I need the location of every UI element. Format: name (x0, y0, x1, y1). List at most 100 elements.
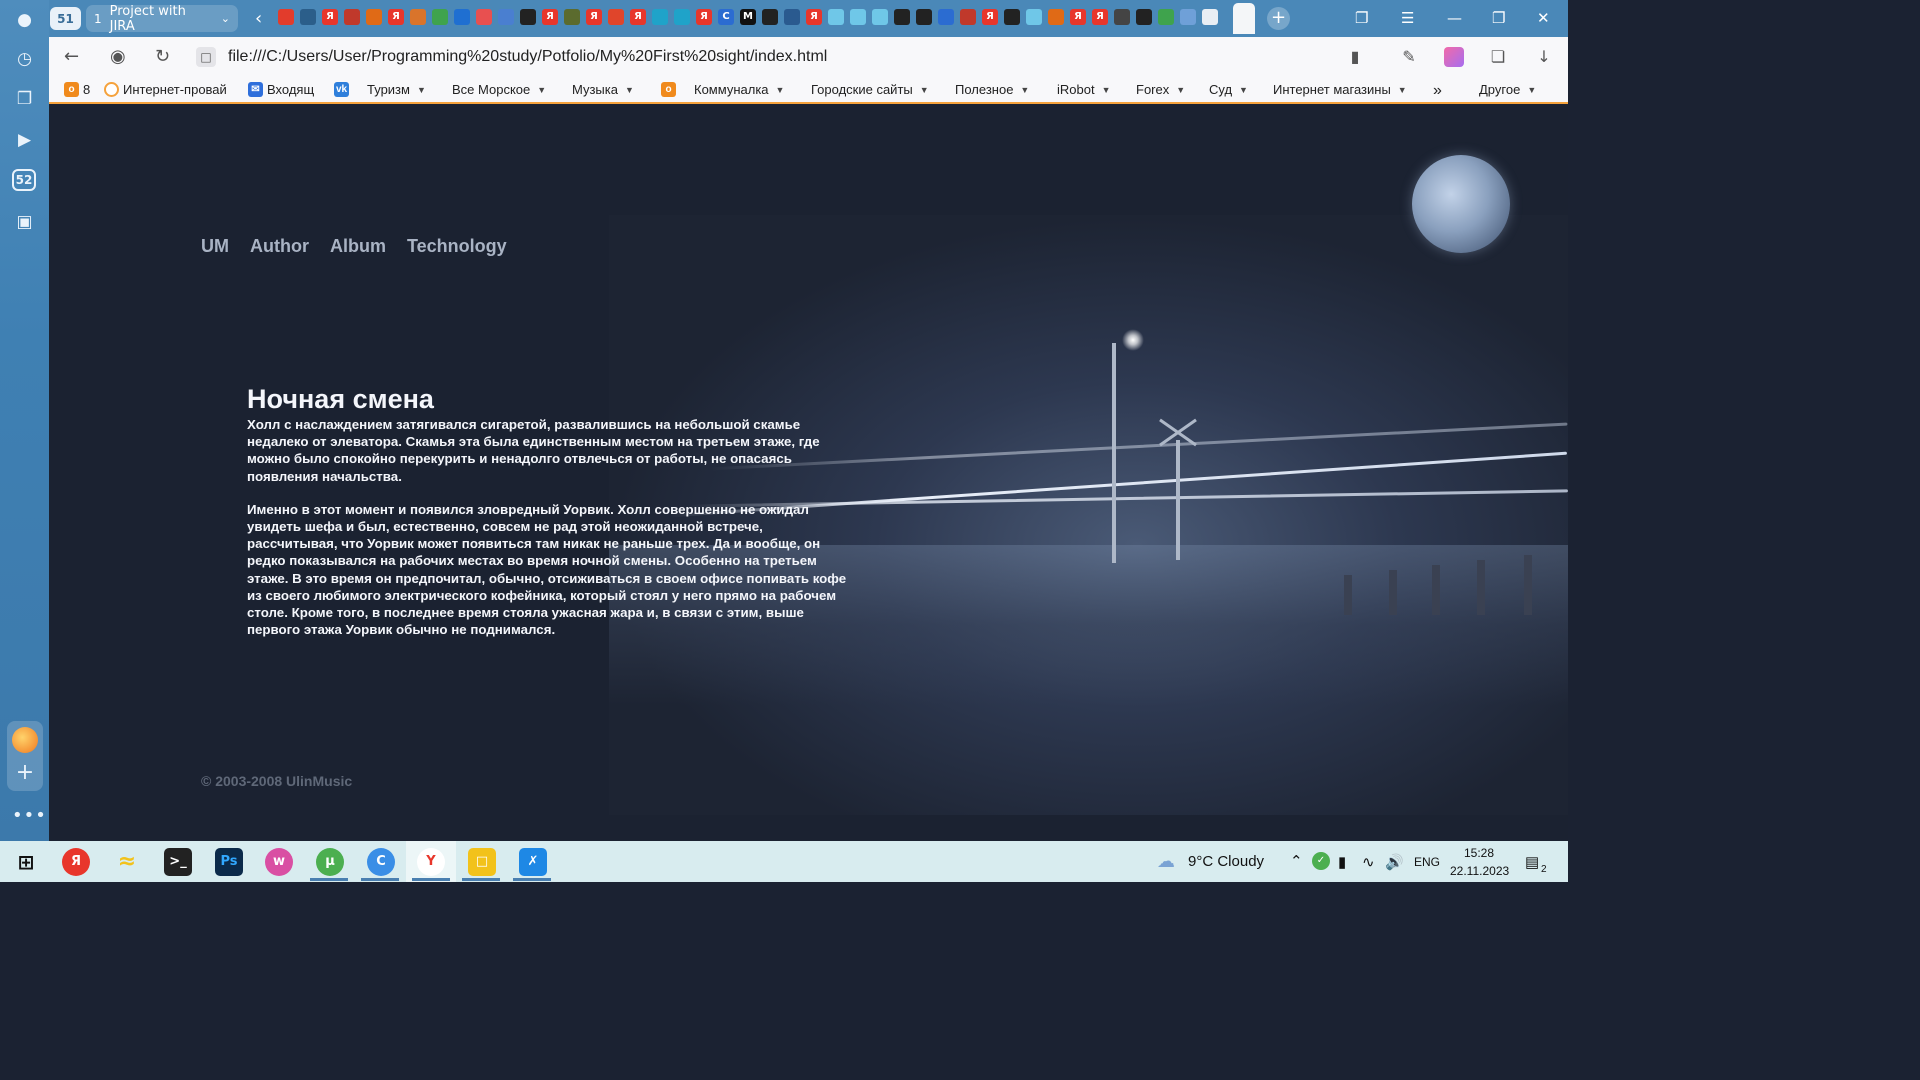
clock-time[interactable]: 15:28 (1464, 846, 1494, 860)
tab-favicon[interactable] (762, 9, 778, 25)
nav-link-um[interactable]: UM (201, 236, 229, 257)
tab-favicon[interactable] (1114, 9, 1130, 25)
nav-link-technology[interactable]: Technology (407, 236, 507, 257)
tab-favicon[interactable] (938, 9, 954, 25)
bookmark-folder[interactable]: Все Морское ▼ (452, 82, 546, 97)
tab-favicon[interactable] (828, 9, 844, 25)
collections-color-icon[interactable] (1444, 47, 1464, 67)
terminal-taskbar-icon[interactable]: >_ (164, 848, 192, 876)
bookmark-item[interactable]: ✉ Входящ (248, 82, 314, 97)
alice-assistant-icon[interactable] (12, 727, 38, 753)
yandex-music-taskbar-icon[interactable]: ≈ (113, 848, 141, 876)
windows-start-icon[interactable]: ⊞ (12, 848, 40, 876)
active-tab[interactable]: 1 Project with JIRA ⌄ (86, 4, 238, 34)
restore-icon[interactable]: ❐ (1492, 9, 1505, 27)
tab-favicon[interactable] (1026, 9, 1042, 25)
utorrent-taskbar-icon[interactable]: μ (316, 848, 344, 876)
tab-favicon[interactable]: Я (696, 9, 712, 25)
tab-favicon[interactable]: C (718, 9, 734, 25)
tab-favicon[interactable]: Я (1092, 9, 1108, 25)
bookmarks-other-folder[interactable]: Другое ▼ (1479, 82, 1536, 97)
tab-favicon[interactable] (1158, 9, 1174, 25)
screenshot-icon[interactable]: ▣ (10, 207, 39, 236)
tab-favicon[interactable]: Я (586, 9, 602, 25)
wifi-icon[interactable]: ∿ (1362, 853, 1375, 871)
bookmark-folder[interactable]: iRobot ▼ (1057, 82, 1111, 97)
tab-favicon[interactable]: Я (806, 9, 822, 25)
tab-count-button[interactable]: 51 (50, 7, 81, 30)
clock-date[interactable]: 22.11.2023 (1450, 864, 1509, 878)
tab-favicon[interactable]: Я (630, 9, 646, 25)
tab-favicon[interactable] (850, 9, 866, 25)
bookmark-folder[interactable]: Интернет магазины ▼ (1273, 82, 1407, 97)
minimize-icon[interactable]: — (1447, 9, 1462, 27)
tab-favicon[interactable] (784, 9, 800, 25)
bookmark-folder[interactable]: Forex ▼ (1136, 82, 1185, 97)
weather-widget[interactable]: 9°C Cloudy (1188, 853, 1264, 870)
tab-favicon[interactable] (916, 9, 932, 25)
bookmark-folder[interactable]: Коммуналка ▼ (694, 82, 784, 97)
yandex-browser-taskbar-icon[interactable]: Я (62, 848, 90, 876)
battery-icon[interactable]: ▮ (1338, 853, 1346, 871)
menu-icon[interactable]: ☰ (1401, 9, 1414, 27)
bookmark-item[interactable]: Интернет-провай (104, 82, 227, 97)
current-page-tab[interactable] (1233, 3, 1255, 34)
chevron-up-icon[interactable]: ⌃ (1290, 852, 1303, 870)
tab-favicon[interactable]: Я (542, 9, 558, 25)
extensions-icon[interactable]: ❏ (1488, 47, 1508, 67)
wrike-taskbar-icon[interactable]: w (265, 848, 293, 876)
tab-favicon[interactable] (674, 9, 690, 25)
bookmark-folder[interactable]: Городские сайты ▼ (811, 82, 929, 97)
tab-favicon[interactable] (1136, 9, 1152, 25)
tab-favicon[interactable] (872, 9, 888, 25)
file-icon[interactable]: □ (196, 47, 216, 67)
nav-link-album[interactable]: Album (330, 236, 386, 257)
tab-favicon[interactable] (454, 9, 470, 25)
tab-favicon[interactable] (432, 9, 448, 25)
yandex-taskbar-icon[interactable]: Y (417, 848, 445, 876)
notifications-icon[interactable]: ▤ (1525, 853, 1539, 871)
bookmark-folder[interactable]: Туризм ▼ (367, 82, 426, 97)
tab-favicon[interactable] (1180, 9, 1196, 25)
bookmark-icon[interactable]: ▮ (1345, 47, 1365, 67)
chrome-taskbar-icon[interactable]: C (367, 848, 395, 876)
language-indicator[interactable]: ENG (1414, 855, 1440, 869)
tab-favicon[interactable] (520, 9, 536, 25)
tab-manager-icon[interactable]: ❐ (1355, 9, 1368, 27)
tab-favicon[interactable] (476, 9, 492, 25)
tab-favicon[interactable] (652, 9, 668, 25)
bookmarks-more-button[interactable]: » (1433, 82, 1442, 100)
vscode-taskbar-icon[interactable]: ✗ (519, 848, 547, 876)
file-explorer-taskbar-icon[interactable]: □ (468, 848, 496, 876)
nav-link-author[interactable]: Author (250, 236, 309, 257)
bookmark-folder[interactable]: Полезное ▼ (955, 82, 1029, 97)
brush-icon[interactable]: ✎ (1399, 47, 1419, 67)
add-panel-icon[interactable]: + (12, 760, 38, 786)
download-icon[interactable]: ↓ (1534, 47, 1554, 67)
url-field[interactable]: file:///C:/Users/User/Programming%20stud… (228, 48, 827, 66)
bookmark-item[interactable]: о 8 (64, 82, 90, 97)
bookmark-folder[interactable]: Суд ▼ (1209, 82, 1248, 97)
tab-favicon[interactable] (1048, 9, 1064, 25)
more-icon[interactable]: ••• (12, 805, 46, 826)
yandex-logo-icon[interactable]: ◉ (110, 46, 126, 67)
tab-favicon[interactable] (300, 9, 316, 25)
bookmark-item[interactable]: vk (334, 82, 349, 97)
back-arrow-icon[interactable]: ← (64, 46, 79, 67)
tab-favicon[interactable] (1004, 9, 1020, 25)
tab-favicon[interactable] (410, 9, 426, 25)
tab-favicon[interactable] (894, 9, 910, 25)
tab-favicon[interactable] (960, 9, 976, 25)
tab-favicon[interactable]: M (740, 9, 756, 25)
tab-favicon[interactable] (564, 9, 580, 25)
new-tab-button[interactable]: + (1267, 7, 1290, 30)
video-icon[interactable]: ▶ (10, 125, 39, 154)
close-icon[interactable]: ✕ (1537, 9, 1550, 27)
reload-icon[interactable]: ↻ (155, 46, 170, 67)
volume-icon[interactable]: 🔊 (1385, 853, 1404, 871)
chevron-down-icon[interactable]: ⌄ (221, 12, 230, 25)
tab-favicon[interactable]: Я (982, 9, 998, 25)
tab-favicon[interactable] (344, 9, 360, 25)
tab-favicon[interactable]: Я (388, 9, 404, 25)
tray-app-icon[interactable]: ✓ (1312, 852, 1330, 870)
